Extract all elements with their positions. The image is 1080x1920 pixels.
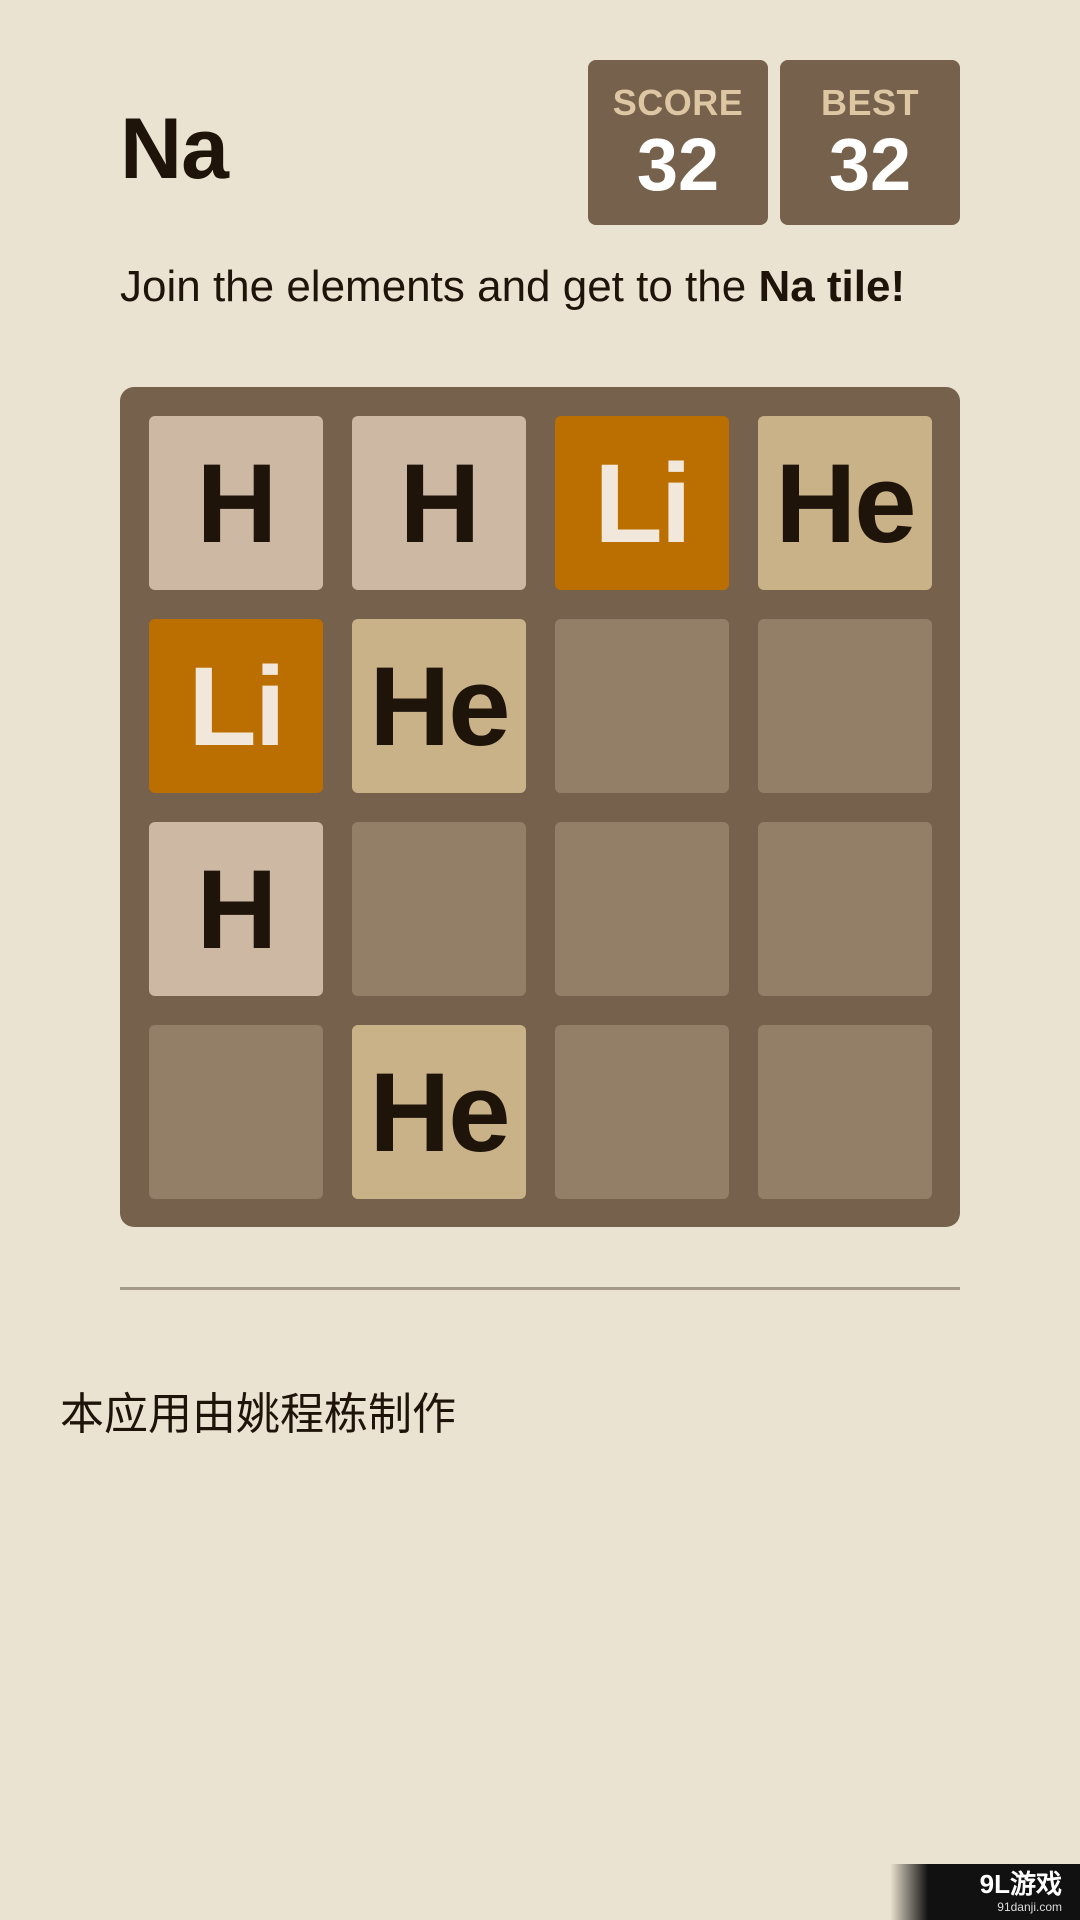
- score-label: SCORE: [612, 82, 744, 123]
- empty-cell: [555, 822, 729, 996]
- best-label: BEST: [820, 82, 919, 123]
- empty-cell: [555, 619, 729, 793]
- watermark-url: 91danji.com: [997, 1900, 1062, 1914]
- divider: [120, 1287, 960, 1290]
- empty-cell: [149, 1025, 323, 1199]
- site-watermark: 9L游戏 91danji.com: [890, 1864, 1080, 1920]
- empty-cell: [758, 1025, 932, 1199]
- tile-h: H: [352, 416, 526, 590]
- author-credit: 本应用由姚程栋制作: [60, 1389, 456, 1440]
- score-box: SCORE 32: [588, 60, 768, 225]
- tile-h: H: [149, 416, 323, 590]
- empty-cell: [352, 822, 526, 996]
- tile-he: He: [758, 416, 932, 590]
- tile-he: He: [352, 619, 526, 793]
- tile-li: Li: [149, 619, 323, 793]
- game-title: Na: [120, 101, 229, 197]
- score-value: 32: [636, 123, 720, 206]
- empty-cell: [758, 822, 932, 996]
- intro-text: Join the elements and get to the: [120, 262, 759, 311]
- empty-cell: [758, 619, 932, 793]
- best-score-box: BEST 32: [780, 60, 960, 225]
- game-intro: Join the elements and get to the Na tile…: [120, 262, 905, 312]
- watermark-logo: 9L游戏: [979, 1869, 1062, 1899]
- game-board[interactable]: H H Li He Li He H He: [120, 387, 960, 1227]
- intro-goal: Na tile!: [758, 262, 906, 311]
- empty-cell: [555, 1025, 729, 1199]
- tile-li: Li: [555, 416, 729, 590]
- tile-h: H: [149, 822, 323, 996]
- tile-he: He: [352, 1025, 526, 1199]
- best-value: 32: [828, 123, 912, 206]
